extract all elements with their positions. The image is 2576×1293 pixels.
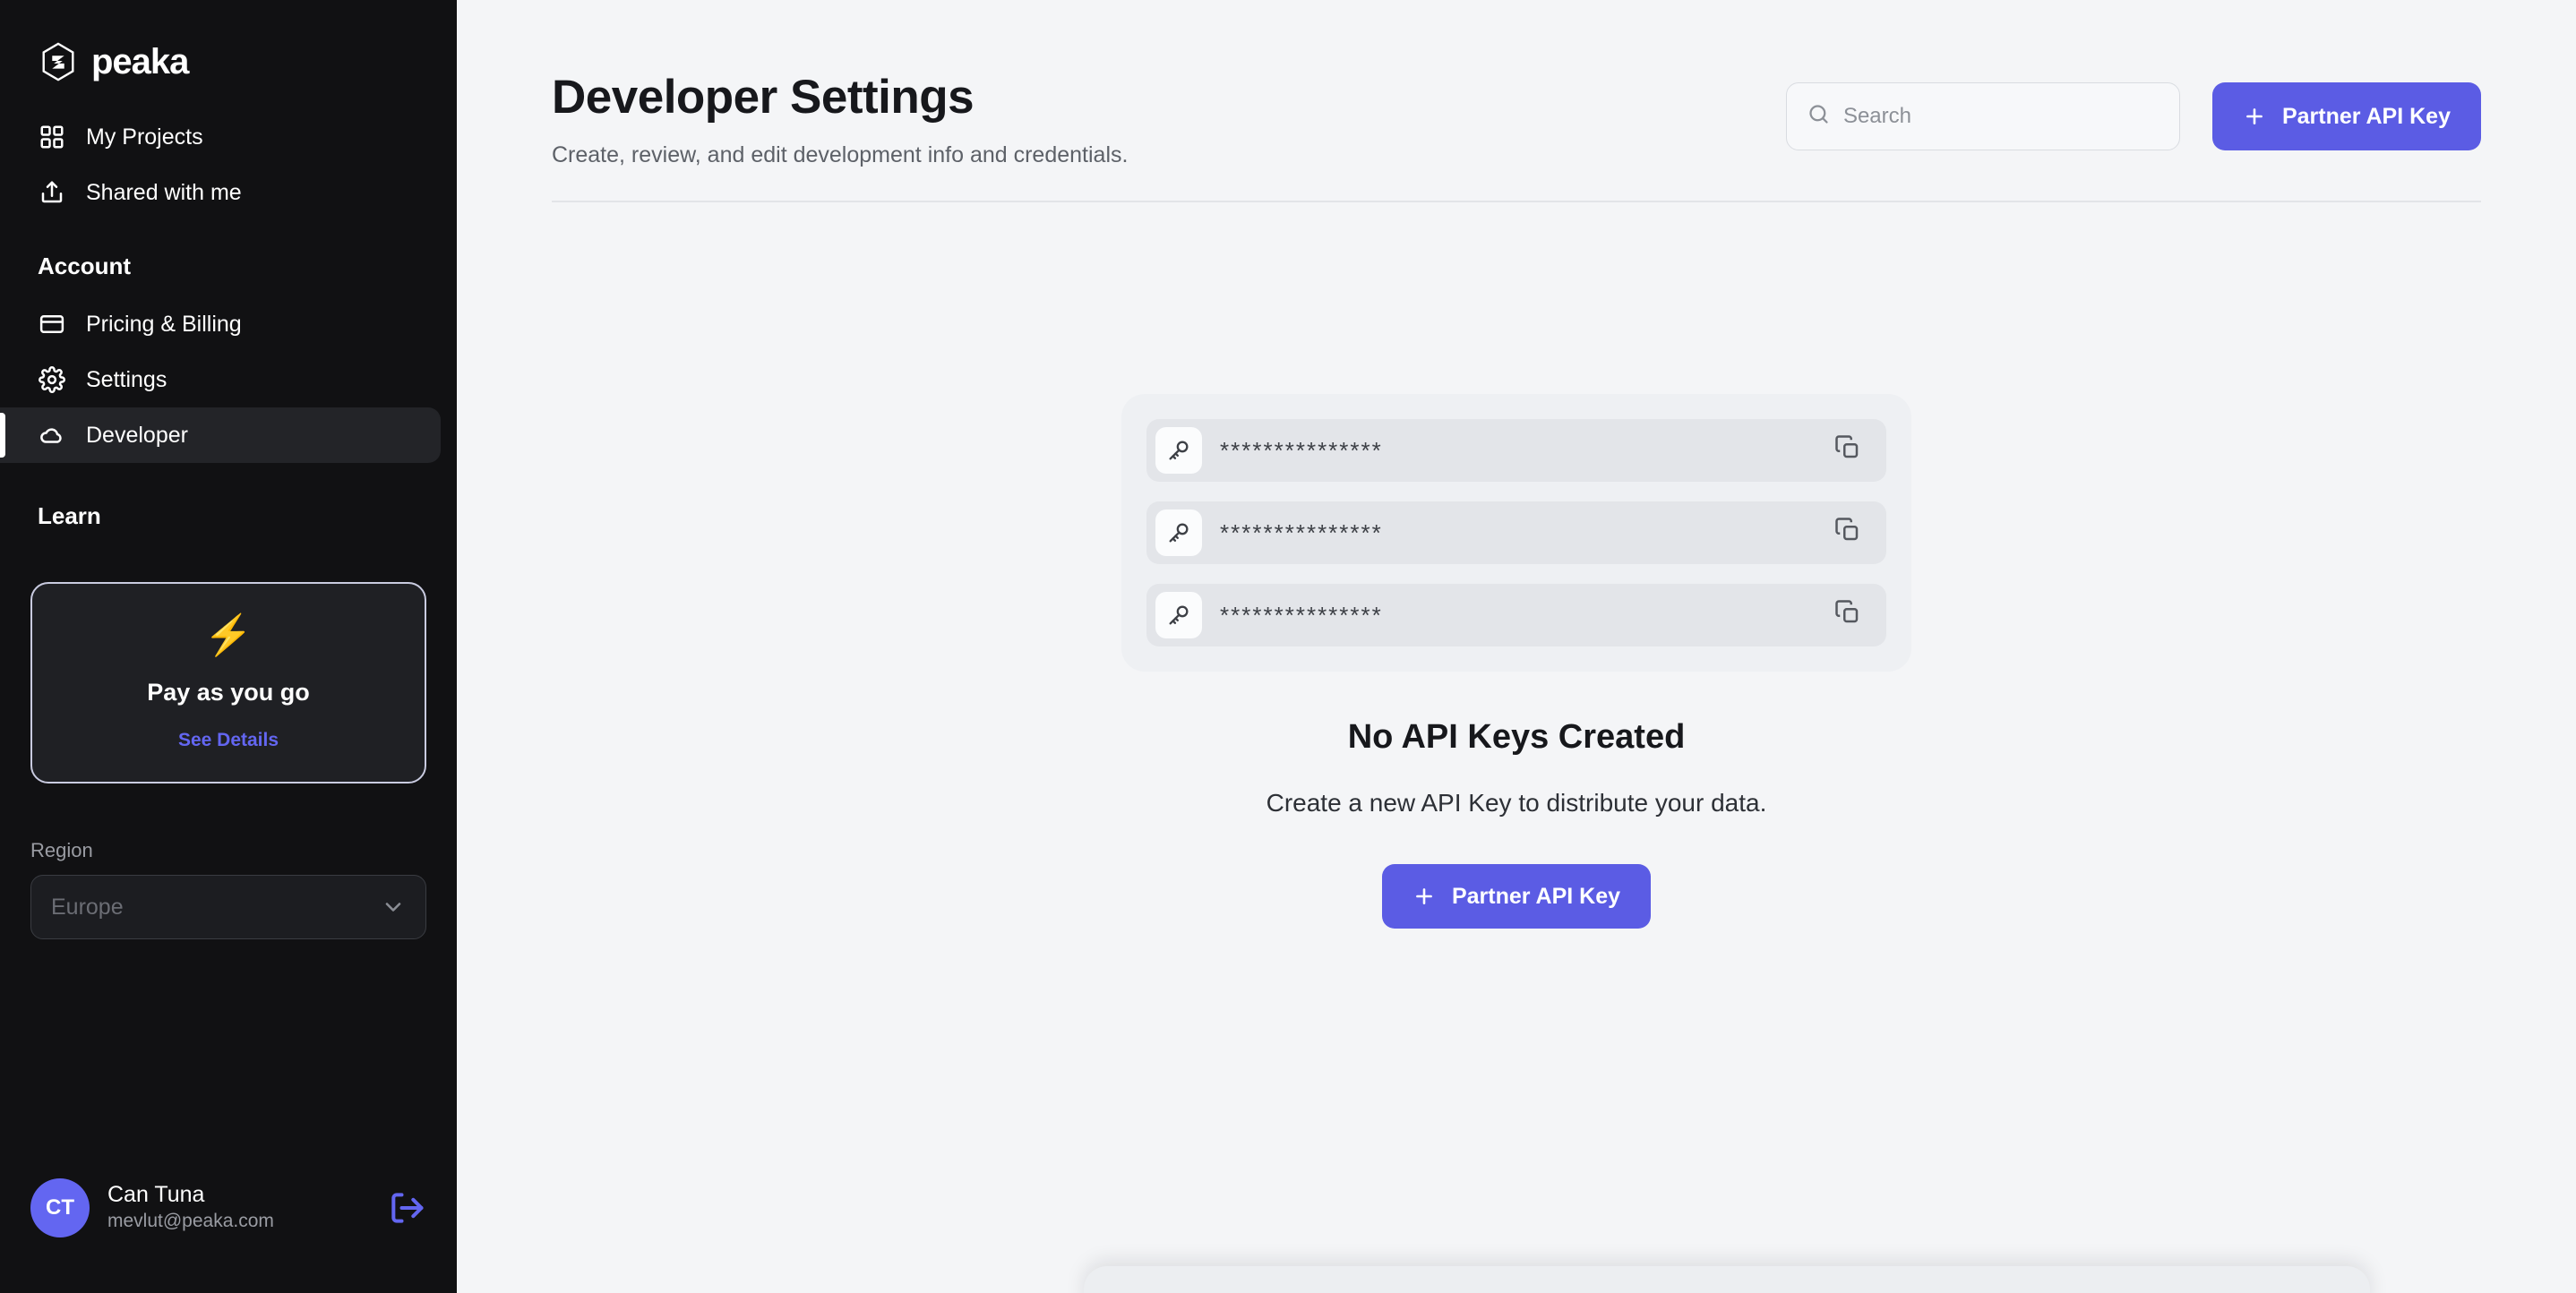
share-upload-icon (38, 178, 66, 207)
pay-as-you-go-card: ⚡ Pay as you go See Details (30, 582, 426, 784)
sidebar: peaka My Projects Shared with me Account… (0, 0, 457, 1293)
page-title: Developer Settings (552, 71, 975, 124)
key-icon (1155, 592, 1202, 638)
key-icon (1155, 509, 1202, 556)
page-header: Developer Settings Create, review, and e… (457, 0, 2576, 202)
sidebar-item-developer[interactable]: Developer (0, 407, 441, 463)
brand-logo[interactable]: peaka (0, 0, 457, 82)
credit-card-icon (38, 310, 66, 338)
cloud-icon (38, 421, 66, 450)
copy-icon[interactable] (1834, 599, 1867, 631)
sidebar-item-label: Developer (86, 422, 188, 448)
empty-state-partner-api-key-button[interactable]: Partner API Key (1381, 864, 1652, 929)
user-email: mevlut@peaka.com (107, 1211, 274, 1232)
bottom-panel-edge (1084, 1266, 2370, 1293)
brand-name: peaka (91, 42, 189, 81)
sidebar-item-settings[interactable]: Settings (0, 352, 457, 407)
copy-icon[interactable] (1834, 434, 1867, 467)
primary-nav: My Projects Shared with me (0, 109, 457, 220)
app-root: peaka My Projects Shared with me Account… (0, 0, 2576, 1293)
sidebar-item-pricing-billing[interactable]: Pricing & Billing (0, 296, 457, 352)
sidebar-item-shared-with-me[interactable]: Shared with me (0, 165, 457, 220)
partner-api-key-button[interactable]: Partner API Key (2211, 82, 2481, 150)
key-icon (1155, 427, 1202, 474)
see-details-link[interactable]: See Details (50, 730, 407, 751)
empty-state: *************** *************** ********… (457, 394, 2576, 929)
search-input[interactable] (1842, 104, 2160, 129)
gear-icon (38, 365, 66, 394)
header-tools: Partner API Key (1785, 70, 2481, 150)
api-key-placeholder-card: *************** *************** ********… (1121, 394, 1911, 672)
region-label: Region (30, 839, 93, 861)
api-key-mask: *************** (1220, 518, 1383, 546)
grid-icon (38, 123, 66, 151)
api-key-placeholder-row: *************** (1146, 584, 1886, 646)
main-content: Developer Settings Create, review, and e… (457, 0, 2576, 1293)
lightning-bolt-icon: ⚡ (203, 613, 253, 657)
plus-icon (1413, 885, 1436, 908)
search-icon (1807, 102, 1831, 131)
region-select[interactable]: Europe (30, 875, 426, 939)
sidebar-item-my-projects[interactable]: My Projects (0, 109, 457, 165)
search-box[interactable] (1785, 82, 2180, 150)
empty-state-cta-label: Partner API Key (1451, 883, 1621, 909)
api-key-mask: *************** (1220, 436, 1383, 464)
region-selected-value: Europe (51, 894, 124, 920)
region-section: Region Europe (0, 784, 457, 939)
logout-icon[interactable] (387, 1188, 426, 1228)
avatar: CT (30, 1178, 90, 1237)
page-subtitle: Create, review, and edit development inf… (552, 142, 1129, 167)
plus-icon (2243, 105, 2266, 128)
sidebar-item-label: Shared with me (86, 179, 242, 205)
sidebar-section-learn: Learn (38, 502, 101, 529)
api-key-placeholder-row: *************** (1146, 501, 1886, 564)
user-name: Can Tuna (107, 1182, 205, 1208)
chevron-down-icon (381, 895, 406, 920)
user-meta: Can Tuna mevlut@peaka.com (107, 1181, 369, 1235)
sidebar-item-label: Pricing & Billing (86, 311, 242, 337)
copy-icon[interactable] (1834, 517, 1867, 549)
api-key-placeholder-row: *************** (1146, 419, 1886, 482)
header-bar: Developer Settings Create, review, and e… (552, 70, 2481, 168)
empty-state-subtitle: Create a new API Key to distribute your … (1266, 789, 1767, 817)
sidebar-item-label: Settings (86, 366, 167, 392)
user-profile[interactable]: CT Can Tuna mevlut@peaka.com (0, 1178, 457, 1293)
promo-card-wrapper: ⚡ Pay as you go See Details (0, 546, 457, 784)
empty-state-title: No API Keys Created (1347, 718, 1686, 756)
header-titles: Developer Settings Create, review, and e… (552, 70, 1786, 168)
partner-api-key-button-label: Partner API Key (2281, 103, 2451, 129)
sidebar-section-account: Account (38, 253, 131, 279)
account-nav: Pricing & Billing Settings Developer (0, 296, 457, 463)
header-divider (552, 201, 2481, 202)
sidebar-item-label: My Projects (86, 124, 203, 150)
promo-title: Pay as you go (147, 679, 310, 706)
api-key-mask: *************** (1220, 601, 1383, 629)
peaka-logo-icon (38, 41, 79, 82)
